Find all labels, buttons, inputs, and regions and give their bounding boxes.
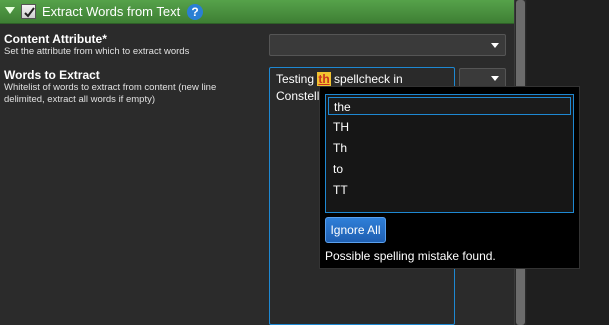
suggestion-item[interactable]: the <box>328 97 571 115</box>
suggestion-item[interactable]: Th <box>328 139 571 157</box>
spellcheck-popup: the TH Th to TT Ignore All Possible spel… <box>319 86 580 269</box>
words-to-extract-select[interactable] <box>459 68 506 88</box>
chevron-down-icon <box>491 43 499 48</box>
suggestion-item[interactable]: to <box>328 160 571 178</box>
suggestion-item[interactable]: TH <box>328 118 571 136</box>
spellcheck-status: Possible spelling mistake found. <box>325 249 496 263</box>
ignore-all-button[interactable]: Ignore All <box>325 217 386 243</box>
misspelled-word[interactable]: th <box>317 72 331 86</box>
words-to-extract-label: Words to Extract <box>4 68 100 82</box>
text-after: spellcheck in <box>330 72 403 86</box>
checkmark-icon <box>24 7 35 18</box>
content-attribute-help: Set the attribute from which to extract … <box>4 46 190 57</box>
words-to-extract-help-1: Whitelist of words to extract from conte… <box>4 82 217 93</box>
content-attribute-select[interactable] <box>269 34 506 56</box>
text-before: Testing <box>276 72 318 86</box>
suggestion-item[interactable]: TT <box>328 181 571 199</box>
collapse-arrow-icon[interactable] <box>5 7 15 14</box>
words-to-extract-help-2: delimited, extract all words if empty) <box>4 94 155 105</box>
section-header: Extract Words from Text ? <box>0 0 514 24</box>
suggestion-list[interactable]: the TH Th to TT <box>325 94 574 213</box>
content-attribute-label: Content Attribute* <box>4 32 107 46</box>
section-title: Extract Words from Text <box>42 4 181 19</box>
textarea-line-2: Constell <box>276 89 320 103</box>
textarea-line-1: Testing th spellcheck in <box>276 72 403 86</box>
help-icon[interactable]: ? <box>187 4 203 20</box>
chevron-down-icon <box>491 76 499 81</box>
enable-checkbox[interactable] <box>21 4 36 19</box>
